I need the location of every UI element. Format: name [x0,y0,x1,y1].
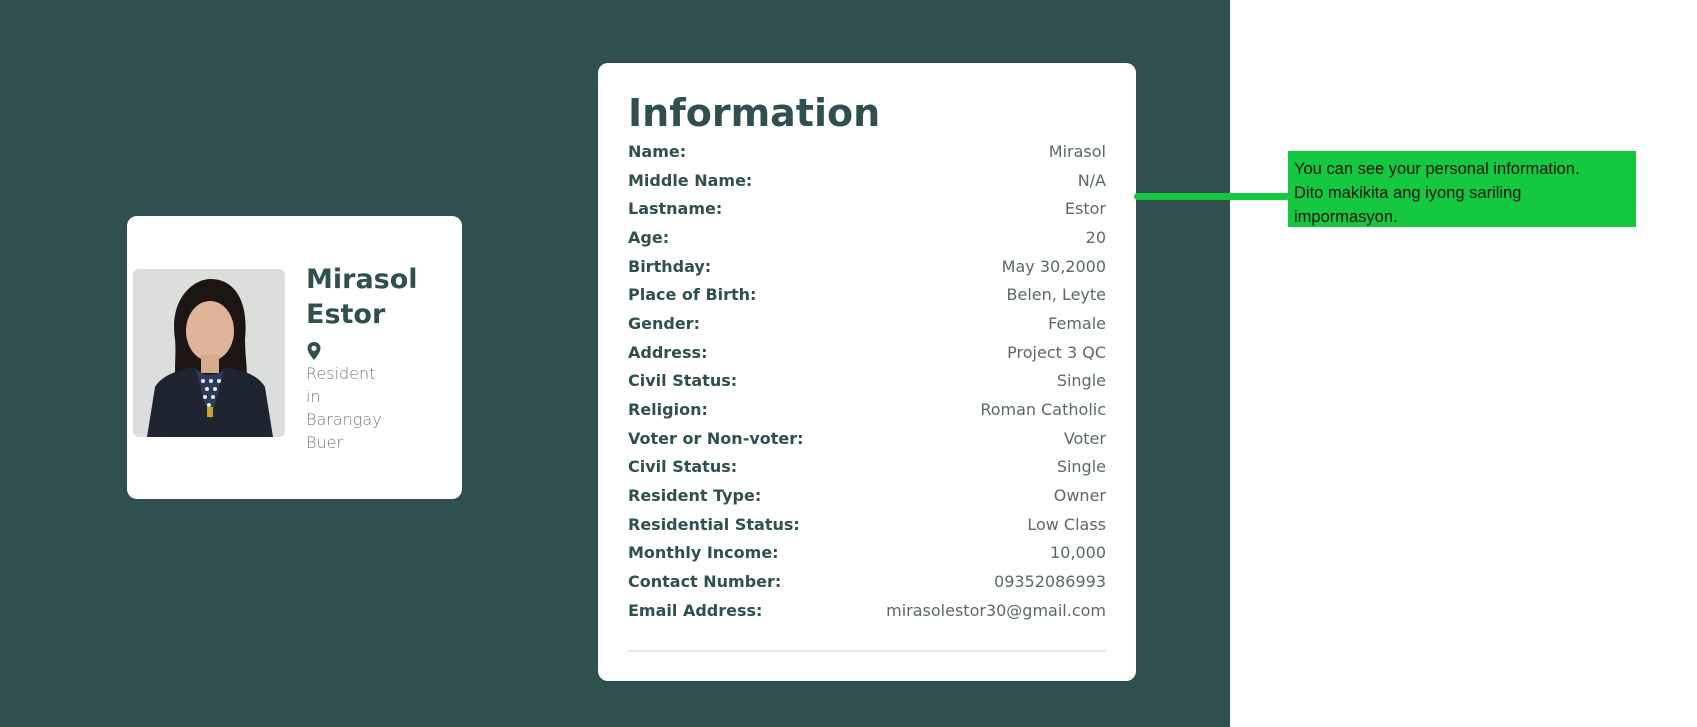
info-label: Address: [628,342,708,362]
callout-connector [1134,193,1290,200]
tutorial-callout: You can see your personal information. D… [1288,151,1636,227]
info-value: 10,000 [1050,543,1106,563]
info-label: Civil Status: [628,371,738,391]
info-value: Owner [1053,486,1106,506]
info-label: Lastname: [628,199,723,219]
info-row-religion: Religion: Roman Catholic [628,395,1106,424]
info-label: Gender: [628,313,700,333]
profile-location-line: Barangay [306,410,382,429]
info-value: Female [1048,313,1106,333]
info-label: Place of Birth: [628,285,757,305]
info-label: Age: [628,227,670,247]
information-title: Information [628,91,881,135]
info-value: Voter [1063,428,1106,448]
info-row-civil-status: Civil Status: Single [628,367,1106,396]
info-value: N/A [1077,170,1106,190]
info-row-birthday: Birthday: May 30,2000 [628,252,1106,281]
info-label: Civil Status: [628,457,738,477]
profile-name: Mirasol Estor [306,262,451,332]
profile-location: Resident in Barangay Buer [306,362,401,454]
profile-location-line: in [306,387,321,406]
info-value: Low Class [1027,514,1106,534]
info-label: Religion: [628,400,708,420]
info-row-middle-name: Middle Name: N/A [628,166,1106,195]
info-value: Estor [1064,199,1106,219]
info-row-address: Address: Project 3 QC [628,338,1106,367]
info-row-email-address: Email Address: mirasolestor30@gmail.com [628,596,1106,625]
information-card: Information Name: Mirasol Middle Name: N/A… [598,63,1136,681]
info-row-gender: Gender: Female [628,309,1106,338]
info-label: Birthday: [628,256,712,276]
divider [628,650,1106,652]
profile-first-name: Mirasol [306,264,418,295]
info-label: Resident Type: [628,486,762,506]
info-row-contact-number: Contact Number: 09352086993 [628,567,1106,596]
info-value: 20 [1085,227,1106,247]
info-row-name: Name: Mirasol [628,137,1106,166]
map-pin-icon [306,341,322,361]
info-value: Single [1056,371,1106,391]
info-row-monthly-income: Monthly Income: 10,000 [628,539,1106,568]
callout-line: impormasyon. [1294,208,1398,226]
profile-last-name: Estor [306,299,386,330]
info-row-place-of-birth: Place of Birth: Belen, Leyte [628,280,1106,309]
info-row-voter-status: Voter or Non-voter: Voter [628,424,1106,453]
callout-line: Dito makikita ang iyong sariling [1294,184,1522,202]
info-label: Monthly Income: [628,543,779,563]
info-label: Residential Status: [628,514,800,534]
info-row-lastname: Lastname: Estor [628,194,1106,223]
info-value: Belen, Leyte [1006,285,1106,305]
info-value: mirasolestor30@gmail.com [886,600,1106,620]
info-value: May 30,2000 [1001,256,1106,276]
info-label: Voter or Non-voter: [628,428,804,448]
info-value: Project 3 QC [1007,342,1106,362]
profile-location-line: Resident [306,364,376,383]
profile-location-line: Buer [306,433,344,452]
profile-card: Mirasol Estor Resident in Barangay Buer [127,216,462,499]
info-value: Roman Catholic [980,400,1106,420]
info-row-age: Age: 20 [628,223,1106,252]
info-value: Mirasol [1048,141,1106,161]
info-value: 09352086993 [994,572,1106,592]
callout-line: You can see your personal information. [1294,160,1580,178]
info-label: Contact Number: [628,572,782,592]
information-list: Name: Mirasol Middle Name: N/A Lastname: Es… [628,137,1106,625]
info-row-resident-type: Resident Type: Owner [628,481,1106,510]
info-label: Email Address: [628,600,763,620]
info-row-civil-status: Civil Status: Single [628,453,1106,482]
info-value: Single [1056,457,1106,477]
info-label: Middle Name: [628,170,753,190]
info-row-residential-status: Residential Status: Low Class [628,510,1106,539]
profile-photo [133,269,285,437]
info-label: Name: [628,141,687,161]
